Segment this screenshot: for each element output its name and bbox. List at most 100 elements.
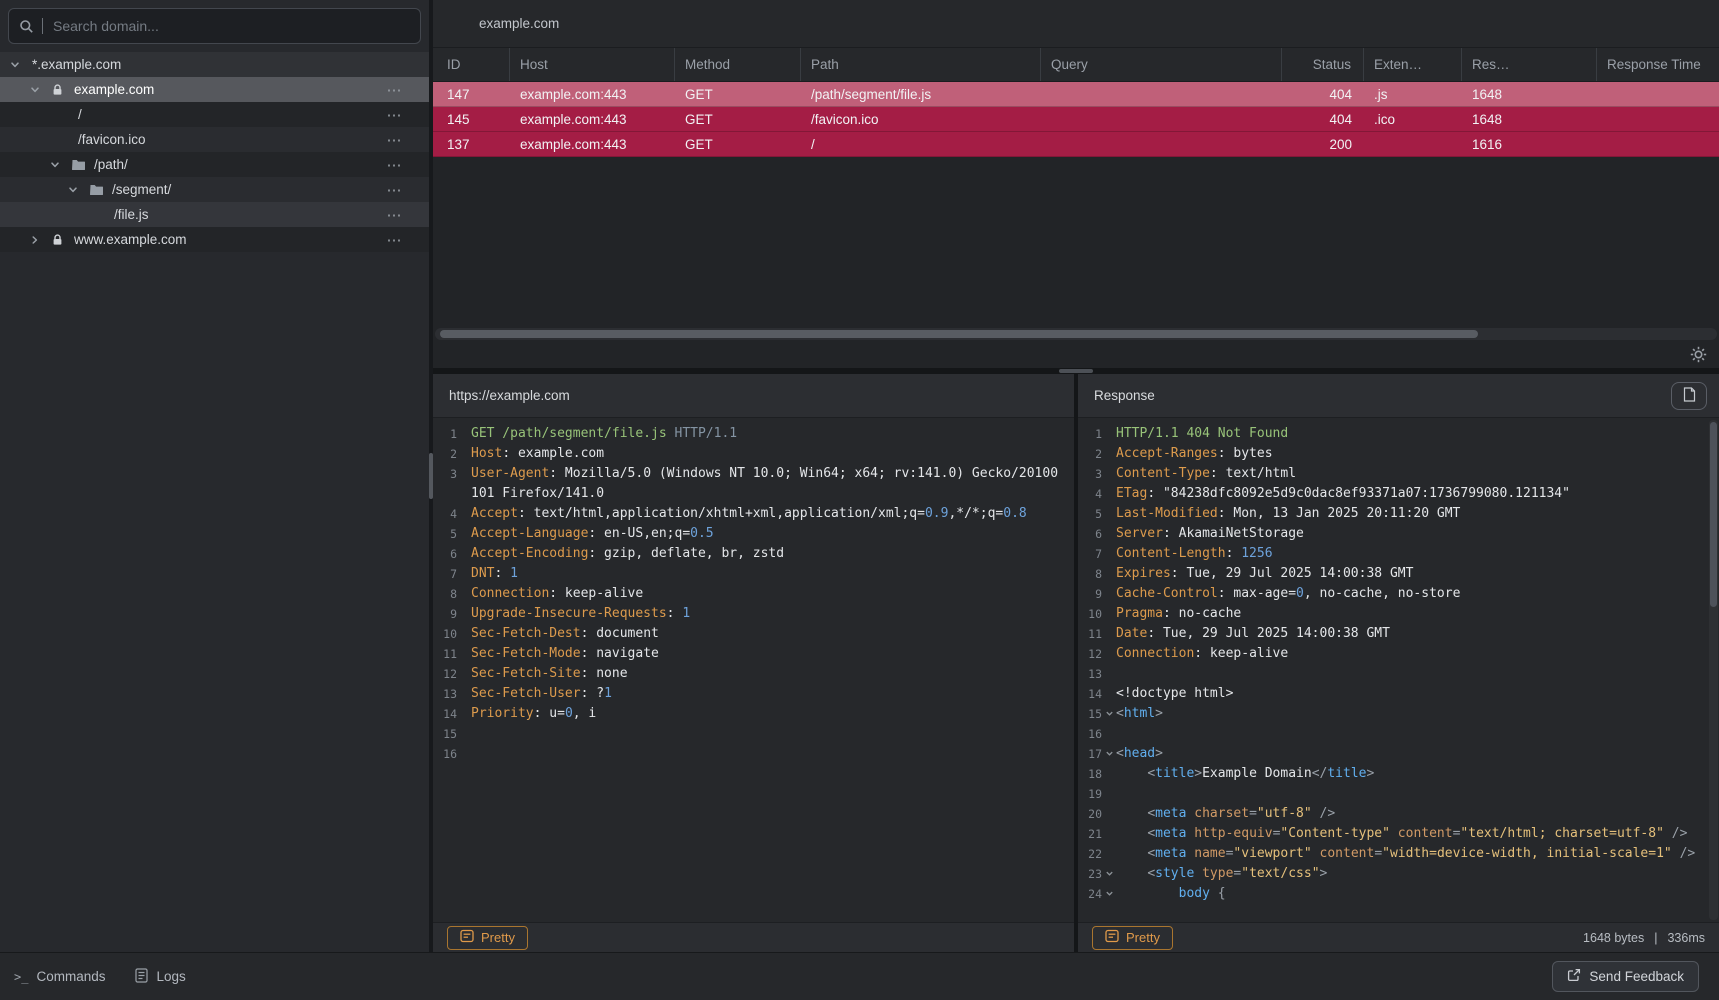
line-number: 21 — [1078, 824, 1102, 844]
format-icon — [460, 929, 474, 946]
tree-item-label: example.com — [74, 82, 385, 97]
copy-response-button[interactable] — [1671, 382, 1707, 410]
tree-item[interactable]: *.example.com — [0, 52, 429, 77]
tree-item[interactable]: www.example.com⋯ — [0, 227, 429, 252]
resize-grip[interactable] — [1059, 369, 1093, 373]
column-header[interactable]: Query — [1041, 48, 1282, 81]
response-pretty-button[interactable]: Pretty — [1092, 926, 1173, 950]
column-header[interactable]: Status — [1282, 48, 1364, 81]
item-menu-button[interactable]: ⋯ — [385, 81, 403, 99]
line-number: 1 — [1078, 424, 1102, 444]
horizontal-scrollbar[interactable] — [435, 328, 1717, 340]
chevron-down-icon[interactable] — [50, 160, 72, 170]
column-header[interactable]: Res… — [1462, 48, 1597, 81]
lock-icon — [52, 234, 74, 246]
tree-item[interactable]: example.com⋯ — [0, 77, 429, 102]
fold-toggle-icon[interactable] — [1102, 744, 1116, 758]
line-number: 3 — [433, 464, 457, 484]
code-content: <head> — [1116, 744, 1707, 764]
row-cell: GET — [675, 107, 801, 131]
domain-search-box[interactable] — [8, 8, 421, 44]
gutter-spacer — [1102, 444, 1116, 449]
row-cell: .ico — [1364, 107, 1462, 131]
row-cell — [1364, 132, 1462, 156]
code-line: 16 — [433, 744, 1074, 764]
line-number: 5 — [433, 524, 457, 544]
gutter-spacer — [1102, 564, 1116, 569]
code-content: GET /path/segment/file.js HTTP/1.1 — [471, 424, 1062, 444]
item-menu-button[interactable]: ⋯ — [385, 231, 403, 249]
search-input[interactable] — [51, 17, 410, 35]
column-header[interactable]: Method — [675, 48, 801, 81]
item-menu-button[interactable]: ⋯ — [385, 206, 403, 224]
item-menu-button[interactable]: ⋯ — [385, 156, 403, 174]
history-row[interactable]: 145example.com:443GET/favicon.ico404.ico… — [433, 107, 1719, 132]
line-number: 19 — [1078, 784, 1102, 804]
fold-toggle-icon[interactable] — [1102, 704, 1116, 718]
gutter-spacer — [1102, 544, 1116, 549]
send-feedback-button[interactable]: Send Feedback — [1552, 961, 1699, 992]
gutter-spacer — [1102, 524, 1116, 529]
line-number: 6 — [433, 544, 457, 564]
code-content: Expires: Tue, 29 Jul 2025 14:00:38 GMT — [1116, 564, 1707, 584]
history-row[interactable]: 147example.com:443GET/path/segment/file.… — [433, 82, 1719, 107]
terminal-icon: >_ — [14, 970, 28, 984]
table-settings-gear-icon[interactable] — [1690, 346, 1707, 363]
tree-item[interactable]: /file.js⋯ — [0, 202, 429, 227]
item-menu-button[interactable]: ⋯ — [385, 181, 403, 199]
row-cell: 147 — [433, 82, 510, 106]
gutter-spacer — [1102, 464, 1116, 469]
column-header[interactable]: Response Time — [1597, 48, 1719, 81]
item-menu-button[interactable]: ⋯ — [385, 106, 403, 124]
code-line: 3Content-Type: text/html — [1078, 464, 1719, 484]
row-cell: GET — [675, 82, 801, 106]
code-line: 3User-Agent: Mozilla/5.0 (Windows NT 10.… — [433, 464, 1074, 504]
code-content: Pragma: no-cache — [1116, 604, 1707, 624]
logs-label: Logs — [156, 969, 185, 984]
column-header[interactable]: Host — [510, 48, 675, 81]
gutter-spacer — [1102, 624, 1116, 629]
right-column: example.com IDHostMethodPathQueryStatusE… — [433, 0, 1719, 952]
response-size: 1648 bytes — [1583, 931, 1644, 945]
column-header[interactable]: Path — [801, 48, 1041, 81]
tree-item[interactable]: /segment/⋯ — [0, 177, 429, 202]
line-number: 10 — [433, 624, 457, 644]
fold-toggle-icon[interactable] — [1102, 864, 1116, 878]
history-row[interactable]: 137example.com:443GET/2001616 — [433, 132, 1719, 157]
table-footer-row — [433, 340, 1719, 368]
response-lines: 1HTTP/1.1 404 Not Found2Accept-Ranges: b… — [1078, 424, 1719, 904]
search-divider — [42, 18, 43, 34]
logs-button[interactable]: Logs — [135, 968, 185, 986]
chevron-down-icon[interactable] — [68, 185, 90, 195]
line-number: 1 — [433, 424, 457, 444]
code-content: <style type="text/css"> — [1116, 864, 1707, 884]
chevron-right-icon[interactable] — [30, 235, 52, 245]
request-pretty-button[interactable]: Pretty — [447, 926, 528, 950]
tab-example-com[interactable]: example.com — [479, 16, 559, 31]
tree-item[interactable]: /path/⋯ — [0, 152, 429, 177]
tree-item[interactable]: /⋯ — [0, 102, 429, 127]
horizontal-scrollbar-thumb[interactable] — [440, 330, 1478, 338]
line-number: 3 — [1078, 464, 1102, 484]
tree-item[interactable]: /favicon.ico⋯ — [0, 127, 429, 152]
panel-resize-handle[interactable] — [433, 368, 1719, 374]
gutter-spacer — [457, 704, 471, 709]
response-editor[interactable]: 1HTTP/1.1 404 Not Found2Accept-Ranges: b… — [1078, 418, 1719, 922]
row-cell — [1041, 82, 1282, 106]
chevron-down-icon[interactable] — [30, 85, 52, 95]
item-menu-button[interactable]: ⋯ — [385, 131, 403, 149]
line-number: 2 — [433, 444, 457, 464]
gutter-spacer — [457, 584, 471, 589]
response-scrollbar-thumb[interactable] — [1710, 422, 1717, 607]
request-panel-header: https://example.com — [433, 374, 1074, 418]
line-number: 8 — [433, 584, 457, 604]
code-line: 23 <style type="text/css"> — [1078, 864, 1719, 884]
request-editor[interactable]: 1GET /path/segment/file.js HTTP/1.12Host… — [433, 418, 1074, 922]
fold-toggle-icon[interactable] — [1102, 884, 1116, 898]
code-line: 12Connection: keep-alive — [1078, 644, 1719, 664]
commands-button[interactable]: >_ Commands — [14, 969, 105, 984]
column-header[interactable]: ID — [433, 48, 510, 81]
response-scrollbar[interactable] — [1709, 420, 1718, 920]
column-header[interactable]: Exten… — [1364, 48, 1462, 81]
chevron-down-icon[interactable] — [10, 60, 32, 70]
